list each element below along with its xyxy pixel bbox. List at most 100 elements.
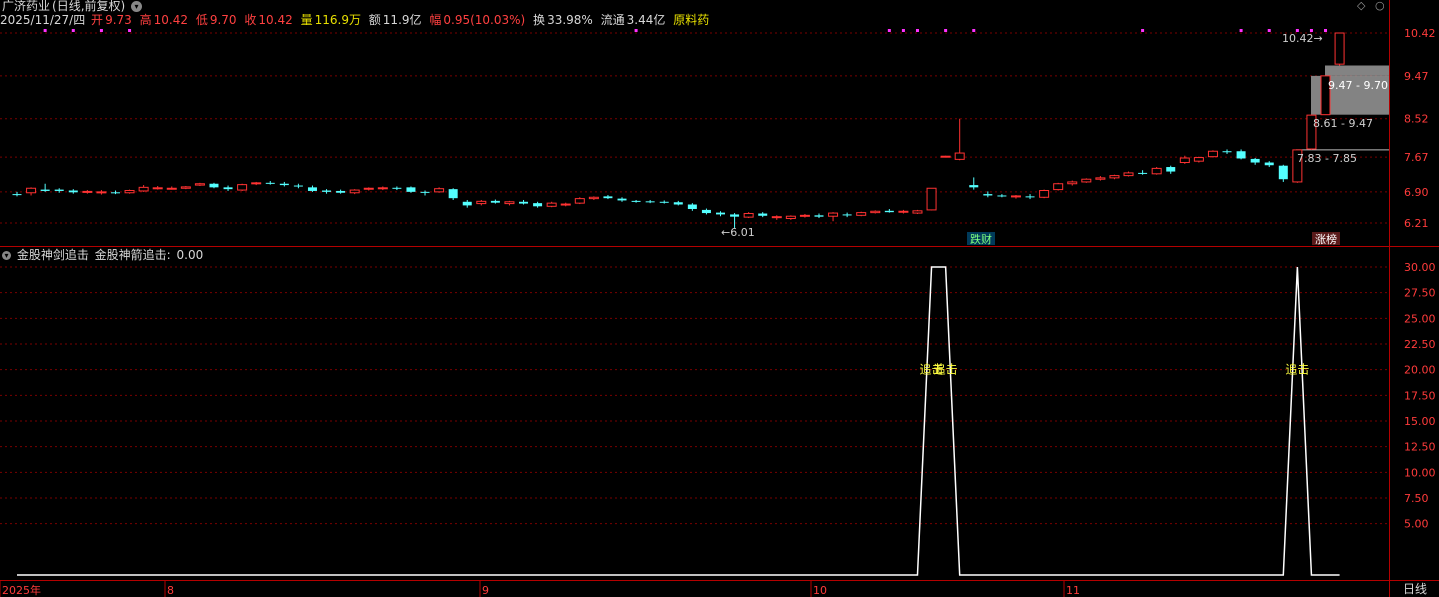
signal-label: 追击 xyxy=(1285,362,1309,377)
candle xyxy=(26,187,37,196)
sector-label[interactable]: 原料药 xyxy=(673,13,709,27)
high-label: 高 xyxy=(139,13,152,27)
candle xyxy=(336,189,346,194)
candle-body xyxy=(448,189,458,199)
chevron-down-icon[interactable]: ▾ xyxy=(2,251,11,260)
candle xyxy=(1109,174,1120,180)
low-value: 9.70 xyxy=(209,13,237,27)
high-value: 10.42 xyxy=(153,13,188,27)
candle xyxy=(490,199,500,204)
candle-body xyxy=(1264,162,1274,166)
circle-icon[interactable]: ○ xyxy=(1375,0,1385,12)
volume-label: 量 xyxy=(300,13,313,27)
signal-label-text: 追击 xyxy=(1285,362,1309,377)
candles xyxy=(12,32,1345,228)
quote-bar: 2025/11/27/四 开 9.73 高 10.42 低 9.70 收 10.42 量… xyxy=(0,13,711,27)
signal-dot xyxy=(1239,29,1243,32)
candle-body xyxy=(730,214,740,217)
candle-body xyxy=(519,201,529,204)
candle xyxy=(110,190,120,195)
candle xyxy=(1053,182,1064,191)
indicator-tick-label: 30.00 xyxy=(1404,261,1436,274)
candle xyxy=(124,189,135,194)
candle xyxy=(1166,165,1176,174)
candle xyxy=(1151,167,1162,175)
candle-body xyxy=(1334,32,1345,65)
open-value: 9.73 xyxy=(105,13,132,27)
diamond-icon[interactable]: ◇ xyxy=(1357,0,1365,12)
candle-body xyxy=(997,195,1007,197)
candle xyxy=(476,199,487,206)
candle-body xyxy=(336,190,346,193)
signal-dot xyxy=(901,29,905,32)
candle xyxy=(771,215,782,220)
candle xyxy=(659,200,669,204)
candle-body xyxy=(307,187,317,191)
change-label: 幅 xyxy=(429,13,442,27)
chevron-circle-down-icon[interactable]: ▾ xyxy=(131,1,143,12)
candle xyxy=(237,183,248,191)
candle xyxy=(448,188,458,200)
indicator-tick-label: 27.50 xyxy=(1404,287,1436,300)
signal-dot xyxy=(972,29,976,32)
candle-body xyxy=(1166,167,1176,172)
candle-body xyxy=(631,200,641,202)
indicator-tick-label: 15.00 xyxy=(1404,415,1436,428)
price-grid xyxy=(0,32,1389,224)
period-label: (日线,前复权) xyxy=(52,0,126,13)
candle xyxy=(434,187,445,193)
candle-body xyxy=(828,212,839,217)
candle xyxy=(758,212,768,218)
candle-body xyxy=(1236,151,1246,159)
indicator-title[interactable]: 金股神剑追击 xyxy=(17,248,89,262)
gap-label-1: 7.83 - 7.85 xyxy=(1297,152,1357,165)
candle xyxy=(392,186,402,191)
candle xyxy=(940,155,951,158)
candle-body xyxy=(645,201,655,203)
candle-body xyxy=(476,200,487,205)
candle-body xyxy=(969,185,979,188)
candle-body xyxy=(82,190,93,193)
y-tick-labels: 10.42 9.47 8.52 7.67 6.90 6.21 30.00 27.50 25.00… xyxy=(1404,27,1436,531)
open-label: 开 xyxy=(91,13,104,27)
candle-body xyxy=(293,185,303,187)
candle-body xyxy=(349,189,360,194)
period-tab-daily[interactable]: 日线 xyxy=(1403,582,1427,596)
signal-label-text: 追击 xyxy=(934,362,958,377)
candle-body xyxy=(1123,172,1134,177)
candle xyxy=(1067,180,1078,186)
x-axis-label: 10 xyxy=(813,584,827,597)
low-annotation: ←6.01 xyxy=(721,226,755,239)
chart-canvas[interactable]: ←6.01 10.42→ 7.83 - 7.85 8.61 - 9.47 9.47 - … xyxy=(0,0,1439,597)
amount-label: 额 xyxy=(368,13,381,27)
indicator-tick-label: 17.50 xyxy=(1404,389,1436,402)
candle-body xyxy=(322,190,332,192)
candle xyxy=(68,189,78,194)
tag-diecai-text: 跌财 xyxy=(970,232,992,246)
candle-body xyxy=(1278,165,1288,180)
candle xyxy=(1264,161,1274,168)
signal-dot xyxy=(71,29,75,32)
candle-body xyxy=(1179,157,1190,164)
indicator-tick-label: 12.50 xyxy=(1404,441,1436,454)
candle-body xyxy=(110,192,120,194)
candle-body xyxy=(870,210,881,214)
candle xyxy=(40,183,50,192)
candle xyxy=(1250,158,1260,165)
signal-dot xyxy=(887,29,891,32)
candle xyxy=(1236,149,1246,160)
signal-dot xyxy=(634,29,638,32)
candle xyxy=(997,194,1007,198)
candle xyxy=(799,213,810,218)
candle-body xyxy=(771,216,782,219)
candle-body xyxy=(617,198,627,201)
candle-body xyxy=(1010,195,1021,198)
candle xyxy=(687,203,697,211)
candle-body xyxy=(1081,178,1092,183)
price-tick-label: 6.90 xyxy=(1404,186,1429,199)
candle-body xyxy=(785,215,796,219)
candle xyxy=(223,185,233,191)
candle xyxy=(954,118,965,161)
candle xyxy=(504,200,515,206)
candle xyxy=(377,186,388,191)
